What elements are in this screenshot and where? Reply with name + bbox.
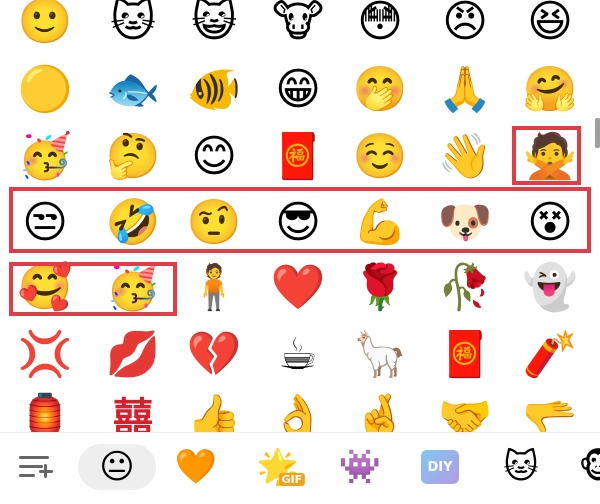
emoji-cell[interactable]: 🥀 — [435, 258, 495, 318]
emoji-cell[interactable]: 🟡 — [15, 60, 75, 120]
emoji-cell[interactable]: 👌 — [268, 388, 328, 433]
scrollbar[interactable] — [595, 118, 600, 148]
emoji-icon: 😐 — [99, 447, 135, 487]
list-add-icon — [17, 452, 53, 482]
emoji-cell[interactable]: 🧍 — [184, 258, 244, 318]
emoji-cell[interactable]: 🥳 — [103, 258, 163, 318]
emoji-grid: 🙂 🐱 😺 🐮 😳 😠 😆 🟡 🐟 🐠 😁 🤭 🙏 🤗 🥳 🤔 😊 🧧 ☺️ 👋 🙅 😒 🤣 🤨 😎 💪 🐶 😵 🥰 🥳 🧍 ❤️ 🌹 🥀 👻 💢 💋 💔… — [0, 0, 600, 432]
emoji-cell[interactable]: 🐶 — [435, 193, 495, 253]
emoji-cell[interactable]: 🐟 — [103, 60, 163, 120]
emoji-cell[interactable]: 😆 — [520, 0, 580, 52]
gif-badge: GIF — [278, 473, 306, 486]
tab-diy[interactable]: DIY — [421, 450, 459, 484]
tab-sticker[interactable]: 👾 — [339, 450, 381, 484]
tab-emoji[interactable]: 😐 — [99, 450, 134, 484]
tab-gif[interactable]: 🌟 GIF — [257, 450, 306, 486]
emoji-cell[interactable]: 👋 — [435, 127, 495, 187]
tab-more[interactable]: 🐵 — [578, 450, 600, 484]
emoji-cell[interactable]: 🫳 — [520, 388, 580, 433]
emoji-cell[interactable]: 👍 — [184, 388, 244, 433]
emoji-cell[interactable]: 🙅 — [520, 127, 580, 187]
emoji-cell[interactable]: ❤️ — [268, 258, 328, 318]
cat-sticker-icon: 🐱 — [503, 447, 539, 487]
tab-manage[interactable] — [17, 452, 53, 482]
emoji-cell[interactable]: 😺 — [184, 0, 244, 52]
heart-icon: 🧡 — [174, 447, 218, 487]
emoji-cell[interactable]: ☕ — [268, 325, 328, 385]
emoji-cell[interactable]: 🤨 — [184, 193, 244, 253]
emoji-cell[interactable]: 🐠 — [184, 60, 244, 120]
emoji-cell[interactable]: 🤭 — [350, 60, 410, 120]
emoji-cell[interactable]: 🤣 — [103, 193, 163, 253]
emoji-cell[interactable]: 😠 — [435, 0, 495, 52]
emoji-cell[interactable]: 🤔 — [103, 127, 163, 187]
emoji-cell[interactable]: 🏮 — [15, 388, 75, 433]
emoji-cell[interactable]: 😒 — [15, 193, 75, 253]
diy-icon: DIY — [421, 450, 459, 484]
tab-favorites[interactable]: 🧡 — [175, 450, 217, 484]
emoji-cell[interactable]: 🐮 — [268, 0, 328, 52]
emoji-cell[interactable]: 😁 — [268, 60, 328, 120]
emoji-cell[interactable]: 😎 — [268, 193, 328, 253]
emoji-cell[interactable]: 🧧 — [435, 325, 495, 385]
emoji-cell[interactable]: 🦙 — [350, 325, 410, 385]
emoji-cell[interactable]: 🧧 — [268, 127, 328, 187]
emoji-cell[interactable]: 🥰 — [15, 258, 75, 318]
emoji-cell[interactable]: 👻 — [520, 258, 580, 318]
emoji-cell[interactable]: 🙏 — [435, 60, 495, 120]
emoji-cell[interactable]: 🤗 — [520, 60, 580, 120]
emoji-cell[interactable]: 💪 — [350, 193, 410, 253]
emoji-cell[interactable]: 😊 — [184, 127, 244, 187]
emoji-cell[interactable]: 🌹 — [350, 258, 410, 318]
emoji-cell[interactable]: 😳 — [350, 0, 410, 52]
emoji-cell[interactable]: 😵 — [520, 193, 580, 253]
emoji-cell[interactable]: 囍 — [103, 388, 163, 432]
emoji-cell[interactable]: 🙂 — [15, 0, 75, 52]
more-sticker-icon: 🐵 — [578, 447, 600, 487]
ghost-sticker-icon: 👾 — [338, 447, 382, 487]
tab-cat-sticker[interactable]: 🐱 — [503, 450, 538, 484]
emoji-cell[interactable]: 🐱 — [103, 0, 163, 52]
emoji-cell[interactable]: 🧨 — [520, 325, 580, 385]
emoji-cell[interactable]: 💔 — [184, 325, 244, 385]
emoji-cell[interactable]: 🥳 — [15, 127, 75, 187]
emoji-cell[interactable]: 💋 — [103, 325, 163, 385]
emoji-cell[interactable]: 🤝 — [435, 388, 495, 433]
emoji-cell[interactable]: ☺️ — [350, 127, 410, 187]
emoji-cell[interactable]: 🤞 — [350, 388, 410, 433]
emoji-cell[interactable]: 💢 — [15, 325, 75, 385]
